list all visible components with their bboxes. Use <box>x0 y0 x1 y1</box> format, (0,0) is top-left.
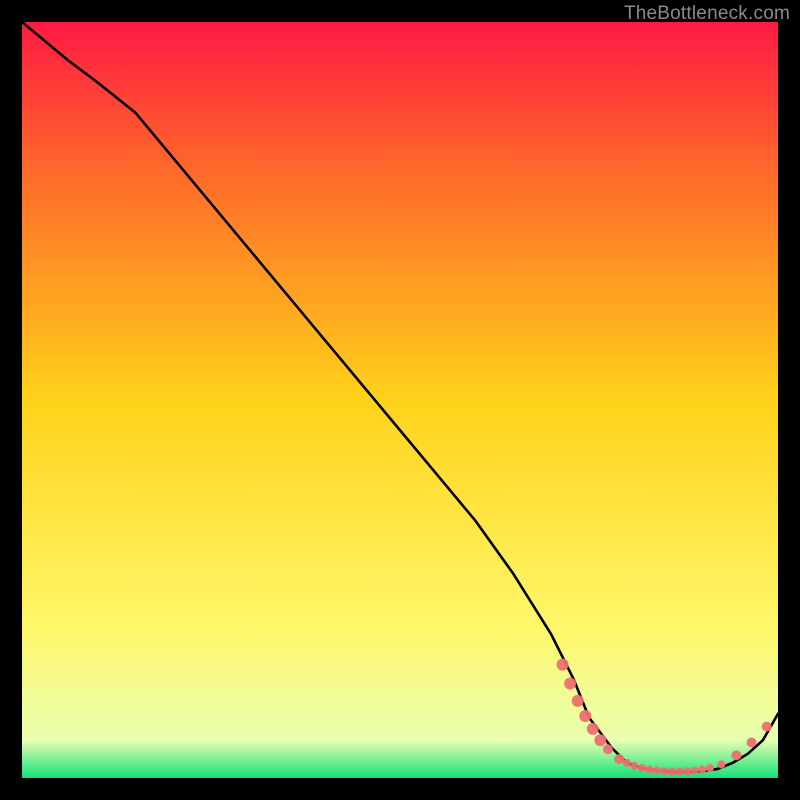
plot-area <box>22 22 778 778</box>
chart-svg <box>22 22 778 778</box>
frame: TheBottleneck.com <box>0 0 800 800</box>
